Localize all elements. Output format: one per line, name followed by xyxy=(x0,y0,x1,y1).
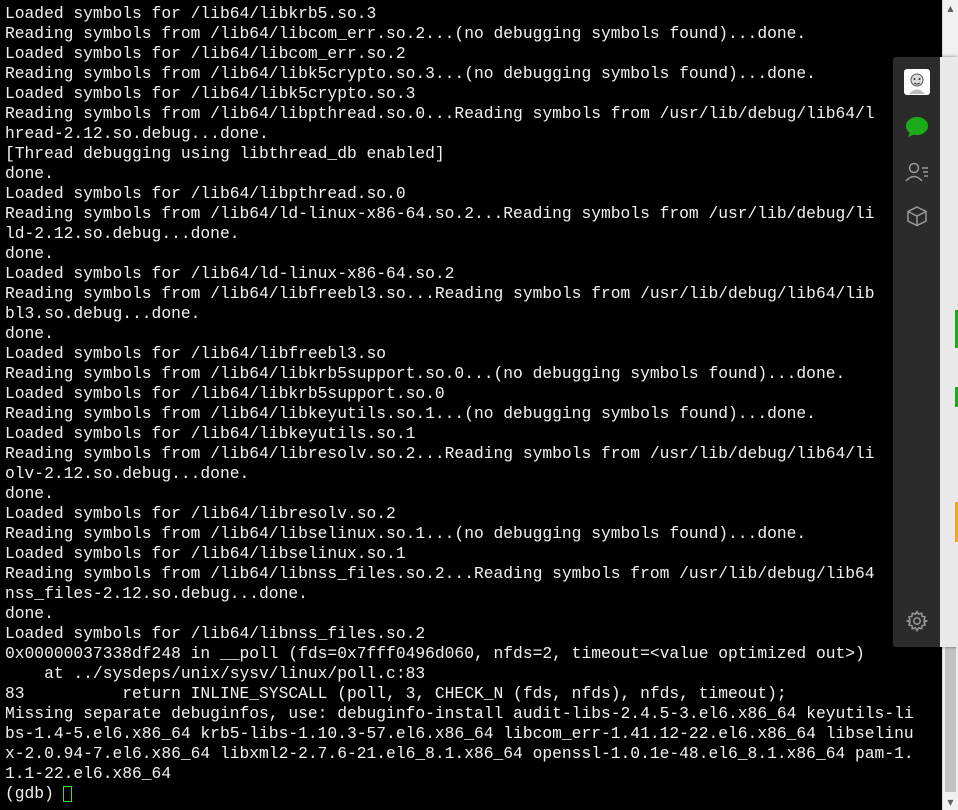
terminal-line: Reading symbols from /lib64/libkrb5suppo… xyxy=(5,364,846,383)
terminal-line: Loaded symbols for /lib64/libkeyutils.so… xyxy=(5,424,416,443)
terminal-line: Loaded symbols for /lib64/libcom_err.so.… xyxy=(5,44,406,63)
terminal-line: 83 return INLINE_SYSCALL (poll, 3, CHECK… xyxy=(5,684,787,703)
terminal-line: Loaded symbols for /lib64/ld-linux-x86-6… xyxy=(5,264,455,283)
terminal-line: Reading symbols from /lib64/ld-linux-x86… xyxy=(5,204,875,223)
terminal-line: Loaded symbols for /lib64/libk5crypto.so… xyxy=(5,84,416,103)
gdb-prompt-line[interactable]: (gdb) xyxy=(5,784,942,804)
terminal-output[interactable]: Loaded symbols for /lib64/libkrb5.so.3 Re… xyxy=(0,0,942,810)
terminal-line: 0x00000037338df248 in __poll (fds=0x7fff… xyxy=(5,644,865,663)
terminal-line: bl3.so.debug...done. xyxy=(5,304,201,323)
terminal-line: Loaded symbols for /lib64/libfreebl3.so xyxy=(5,344,387,363)
terminal-line: [Thread debugging using libthread_db ena… xyxy=(5,144,445,163)
panel-edge-strip xyxy=(940,57,958,647)
terminal-line: done. xyxy=(5,484,54,503)
terminal-line: done. xyxy=(5,244,54,263)
contacts-icon[interactable] xyxy=(903,158,931,186)
terminal-lines: Loaded symbols for /lib64/libkrb5.so.3 Re… xyxy=(5,4,942,804)
text-cursor xyxy=(62,786,72,802)
terminal-line: ld-2.12.so.debug...done. xyxy=(5,224,240,243)
scroll-down-arrow-icon[interactable]: ▼ xyxy=(943,794,958,810)
terminal-line: olv-2.12.so.debug...done. xyxy=(5,464,250,483)
terminal-line: Reading symbols from /lib64/libnss_files… xyxy=(5,564,875,583)
terminal-line: bs-1.4-5.el6.x86_64 krb5-libs-1.10.3-57.… xyxy=(5,724,914,743)
floating-side-panel xyxy=(893,57,958,647)
terminal-line: done. xyxy=(5,604,54,623)
terminal-line: Reading symbols from /lib64/libpthread.s… xyxy=(5,104,875,123)
gdb-prompt: (gdb) xyxy=(5,784,54,803)
terminal-line: Loaded symbols for /lib64/libnss_files.s… xyxy=(5,624,426,643)
terminal-line: done. xyxy=(5,324,54,343)
terminal-line: Loaded symbols for /lib64/libkrb5support… xyxy=(5,384,445,403)
terminal-line: Reading symbols from /lib64/libkeyutils.… xyxy=(5,404,816,423)
terminal-line: Reading symbols from /lib64/libselinux.s… xyxy=(5,524,807,543)
terminal-line: done. xyxy=(5,164,54,183)
terminal-line: Reading symbols from /lib64/libresolv.so… xyxy=(5,444,875,463)
terminal-line: Reading symbols from /lib64/libfreebl3.s… xyxy=(5,284,875,303)
box-icon[interactable] xyxy=(903,202,931,230)
scroll-up-arrow-icon[interactable]: ▲ xyxy=(943,0,958,16)
terminal-line: x-2.0.94-7.el6.x86_64 libxml2-2.7.6-21.e… xyxy=(5,744,914,763)
terminal-line: Loaded symbols for /lib64/libresolv.so.2 xyxy=(5,504,396,523)
gear-icon[interactable] xyxy=(903,607,931,635)
chat-bubble-icon[interactable] xyxy=(903,113,931,141)
terminal-line: Loaded symbols for /lib64/libpthread.so.… xyxy=(5,184,406,203)
terminal-line: nss_files-2.12.so.debug...done. xyxy=(5,584,308,603)
terminal-line: Loaded symbols for /lib64/libkrb5.so.3 xyxy=(5,4,377,23)
terminal-line: 1.1-22.el6.x86_64 xyxy=(5,764,172,783)
terminal-line: Reading symbols from /lib64/libcom_err.s… xyxy=(5,24,807,43)
terminal-line: Missing separate debuginfos, use: debugi… xyxy=(5,704,914,723)
avatar-icon[interactable] xyxy=(903,68,931,96)
terminal-line: at ../sysdeps/unix/sysv/linux/poll.c:83 xyxy=(5,664,426,683)
terminal-line: hread-2.12.so.debug...done. xyxy=(5,124,269,143)
terminal-window: Loaded symbols for /lib64/libkrb5.so.3 Re… xyxy=(0,0,958,810)
terminal-line: Reading symbols from /lib64/libk5crypto.… xyxy=(5,64,816,83)
terminal-line: Loaded symbols for /lib64/libselinux.so.… xyxy=(5,544,406,563)
